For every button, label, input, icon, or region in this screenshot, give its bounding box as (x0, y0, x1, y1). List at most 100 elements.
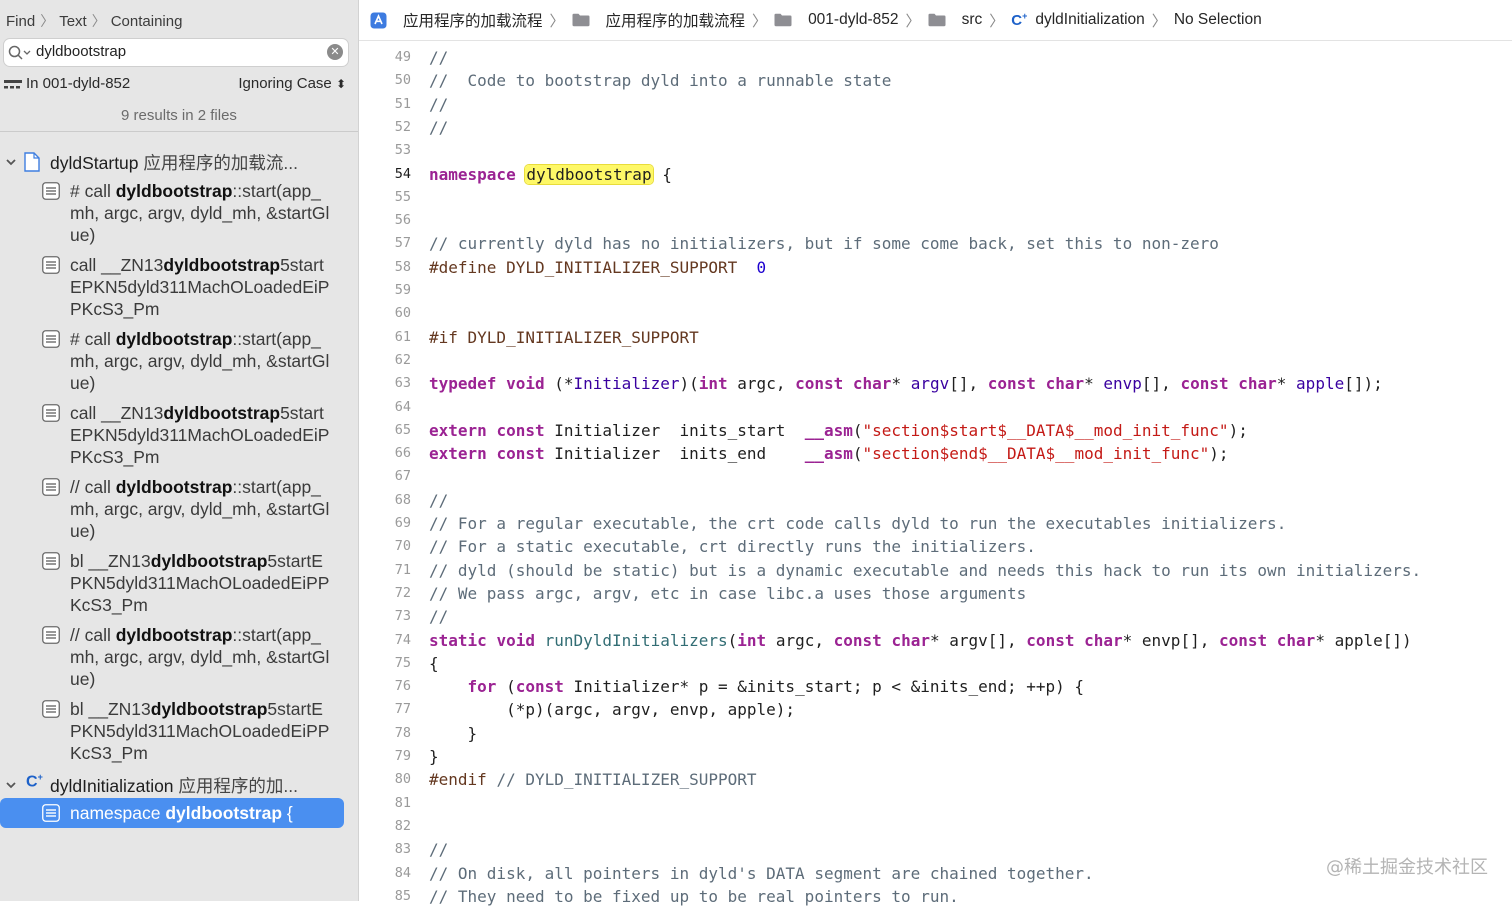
match-prefix: // call (70, 477, 116, 497)
code-line[interactable]: 50 // Code to bootstrap dyld into a runna… (359, 69, 1512, 92)
jump-bar-item[interactable]: 应用程序的加载流程 (572, 9, 745, 31)
code-line[interactable]: 68 // (359, 489, 1512, 512)
line-number: 71 (394, 561, 411, 578)
code-text: #define DYLD_INITIALIZER_SUPPORT 0 (429, 257, 767, 277)
code-line[interactable]: 85 // They need to be fixed up to be real… (359, 885, 1512, 908)
code-line[interactable]: 69 // For a regular executable, the crt c… (359, 512, 1512, 535)
asm-file-icon (24, 152, 40, 177)
result-file-dyldInitialization[interactable]: C+ dyldInitialization 应用程序的加... (0, 772, 358, 796)
code-line[interactable]: 79} (359, 745, 1512, 768)
jump-bar-item[interactable]: No Selection (1174, 11, 1262, 29)
code-line[interactable]: 60 (359, 302, 1512, 325)
code-line[interactable]: 51 // (359, 93, 1512, 116)
code-text: // For a regular executable, the crt cod… (429, 514, 1287, 533)
results-summary: 9 results in 2 files (121, 107, 237, 124)
line-number: 78 (394, 724, 411, 741)
code-line[interactable]: 73 // (359, 605, 1512, 628)
find-navigator: Find 〉 Text 〉 Containing dyldbootstrap ✕… (0, 0, 359, 901)
code-line[interactable]: 59 (359, 279, 1512, 302)
code-text: extern const Initializer inits_start __a… (429, 420, 1248, 440)
file-name: dyldInitialization (50, 776, 174, 796)
folder-icon (928, 13, 954, 27)
clear-search-icon[interactable]: ✕ (327, 44, 343, 60)
jump-bar-label: src (961, 11, 983, 28)
find-search-field[interactable]: dyldbootstrap ✕ (3, 38, 349, 67)
line-number: 62 (394, 351, 411, 368)
code-text: extern const Initializer inits_end __asm… (429, 444, 1229, 464)
code-line[interactable]: 53 (359, 139, 1512, 162)
code-line[interactable]: 82 (359, 815, 1512, 838)
code-line[interactable]: 62 (359, 349, 1512, 372)
search-options-icon[interactable] (8, 45, 32, 66)
code-line[interactable]: 55 (359, 186, 1512, 209)
code-line[interactable]: 81 (359, 792, 1512, 815)
line-number: 51 (394, 95, 411, 112)
code-line[interactable]: 76 for (const Initializer* p = &inits_st… (359, 675, 1512, 698)
disclosure-chevron-icon[interactable] (5, 155, 17, 173)
source-line-icon (42, 552, 60, 570)
code-line[interactable]: 57 // currently dyld has no initializers,… (359, 232, 1512, 255)
code-line[interactable]: 78 } (359, 722, 1512, 745)
code-line[interactable]: 77 (*p)(argc, argv, envp, apple); (359, 698, 1512, 721)
code-line[interactable]: 70 // For a static executable, crt direct… (359, 535, 1512, 558)
chevron-right-icon: 〉 (989, 12, 1005, 30)
search-input[interactable]: dyldbootstrap (36, 43, 126, 60)
line-number: 66 (394, 445, 411, 462)
code-line[interactable]: 54 namespace dyldbootstrap { (359, 163, 1512, 186)
code-text: (*p)(argc, argv, envp, apple); (429, 700, 796, 720)
match-text: // call dyldbootstrap::start(app_mh, arg… (70, 624, 332, 690)
match-prefix: call __ZN13 (70, 403, 164, 423)
jump-bar-label: 001-dyld-852 (808, 11, 899, 28)
find-match-highlight: dyldbootstrap (525, 164, 653, 184)
jump-bar-item[interactable]: C+ dyldInitialization (1011, 11, 1145, 29)
scope-icon[interactable] (4, 79, 22, 96)
line-number: 54 (394, 165, 411, 182)
match-suffix: { (282, 803, 293, 823)
line-number: 72 (394, 584, 411, 601)
divider (0, 131, 358, 132)
code-line[interactable]: 65 extern const Initializer inits_start _… (359, 419, 1512, 442)
code-line[interactable]: 66 extern const Initializer inits_end __a… (359, 442, 1512, 465)
match-text: namespace dyldbootstrap { (70, 802, 332, 824)
find-mode-containing[interactable]: Containing (111, 13, 183, 30)
code-text: // Code to bootstrap dyld into a runnabl… (429, 71, 892, 91)
line-number: 58 (394, 258, 411, 275)
line-number: 74 (394, 631, 411, 648)
code-line[interactable]: 80 #endif // DYLD_INITIALIZER_SUPPORT (359, 768, 1512, 791)
code-line[interactable]: 71 // dyld (should be static) but is a dy… (359, 559, 1512, 582)
line-number: 73 (394, 608, 411, 625)
code-line[interactable]: 74 static void runDyldInitializers(int ar… (359, 629, 1512, 652)
code-line[interactable]: 49 // (359, 46, 1512, 69)
code-line[interactable]: 56 (359, 209, 1512, 232)
code-line[interactable]: 63 typedef void (*Initializer)(int argc, … (359, 372, 1512, 395)
case-sensitivity-popup[interactable]: Ignoring Case ⬍ (238, 75, 346, 92)
code-line[interactable]: 61 #if DYLD_INITIALIZER_SUPPORT (359, 326, 1512, 349)
line-number: 83 (394, 841, 411, 858)
find-mode-find[interactable]: Find (6, 13, 35, 30)
code-text: // For a static executable, crt directly… (429, 537, 1036, 557)
jump-bar-item[interactable]: 001-dyld-852 (774, 11, 899, 29)
search-scope[interactable]: In 001-dyld-852 (26, 75, 130, 92)
code-text: // (429, 607, 449, 627)
line-number: 55 (394, 188, 411, 205)
result-file-dyldStartup[interactable]: dyldStartup 应用程序的加载流... (0, 149, 358, 173)
code-line[interactable]: 58 #define DYLD_INITIALIZER_SUPPORT 0 (359, 256, 1512, 279)
code-line[interactable]: 72 // We pass argc, argv, etc in case lib… (359, 582, 1512, 605)
jump-bar-label: 应用程序的加载流程 (403, 13, 543, 30)
code-line[interactable]: 67 (359, 465, 1512, 488)
disclosure-chevron-icon[interactable] (5, 778, 17, 796)
jump-bar-item[interactable]: 应用程序的加载流程 (370, 9, 543, 31)
jump-bar: 应用程序的加载流程〉应用程序的加载流程〉 001-dyld-852 〉 src 〉 C+ d… (359, 0, 1512, 41)
code-line[interactable]: 64 (359, 396, 1512, 419)
source-line-icon (42, 700, 60, 718)
code-line[interactable]: 52 // (359, 116, 1512, 139)
match-hit: dyldbootstrap (150, 551, 268, 571)
jump-bar-label: No Selection (1173, 11, 1262, 28)
jump-bar-item[interactable]: src (928, 11, 983, 29)
code-text: // (429, 48, 449, 67)
line-number: 80 (394, 771, 411, 788)
match-text: bl __ZN13dyldbootstrap5startEPKN5dyld311… (70, 550, 332, 616)
code-line[interactable]: 75 { (359, 652, 1512, 675)
find-mode-text[interactable]: Text (59, 13, 87, 30)
source-line-icon (42, 626, 60, 644)
